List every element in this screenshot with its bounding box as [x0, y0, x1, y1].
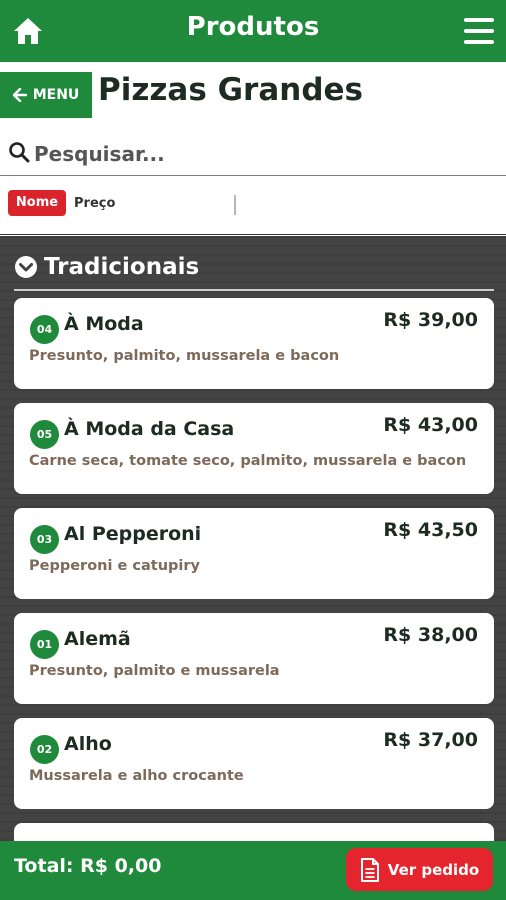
- product-description: Mussarela e alho crocante: [29, 768, 244, 784]
- search-input[interactable]: [34, 138, 474, 170]
- chevron-down-circle-icon: [15, 256, 37, 278]
- product-name: Alemã: [64, 628, 131, 650]
- sort-by-name-button[interactable]: Nome: [8, 190, 66, 216]
- hamburger-menu-icon[interactable]: [464, 18, 494, 44]
- product-price: R$ 43,00: [383, 414, 478, 436]
- product-code-badge: 02: [30, 735, 59, 764]
- view-order-label: Ver pedido: [387, 860, 480, 879]
- product-item[interactable]: 05 À Moda da Casa R$ 43,00 Carne seca, t…: [14, 403, 494, 494]
- product-item[interactable]: 02 Alho R$ 37,00 Mussarela e alho crocan…: [14, 718, 494, 809]
- product-price: R$ 37,00: [383, 729, 478, 751]
- search-icon: [9, 142, 30, 163]
- app-title: Produtos: [186, 12, 320, 42]
- product-code-badge: 01: [30, 630, 59, 659]
- back-button-label: MENU: [32, 87, 80, 103]
- arrow-left-icon: [12, 88, 27, 102]
- product-price: R$ 43,50: [383, 519, 478, 541]
- product-name: Alho: [64, 733, 112, 755]
- product-name: Al Pepperoni: [64, 523, 202, 545]
- product-item[interactable]: 01 Alemã R$ 38,00 Presunto, palmito e mu…: [14, 613, 494, 704]
- product-code-badge: 05: [30, 420, 59, 449]
- product-price: R$ 38,00: [383, 624, 478, 646]
- sort-divider: [234, 195, 236, 215]
- category-header[interactable]: Tradicionais: [14, 252, 199, 282]
- product-item-partial[interactable]: [14, 823, 494, 841]
- product-item[interactable]: 03 Al Pepperoni R$ 43,50 Pepperoni e cat…: [14, 508, 494, 599]
- product-description: Presunto, palmito, mussarela e bacon: [29, 348, 340, 364]
- document-icon: [360, 857, 379, 882]
- product-item[interactable]: 04 À Moda R$ 39,00 Presunto, palmito, mu…: [14, 298, 494, 389]
- product-code-badge: 03: [30, 525, 59, 554]
- product-name: À Moda: [64, 313, 144, 335]
- page-title: Pizzas Grandes: [98, 72, 363, 108]
- product-description: Pepperoni e catupiry: [29, 558, 200, 574]
- top-app-bar: Produtos: [0, 0, 506, 62]
- category-title: Tradicionais: [44, 254, 200, 280]
- back-to-menu-button[interactable]: MENU: [0, 72, 92, 118]
- search-bar: [0, 132, 506, 176]
- order-footer: Total: R$ 0,00 Ver pedido: [0, 841, 506, 900]
- product-code-badge: 04: [30, 315, 59, 344]
- order-total: Total: R$ 0,00: [14, 855, 162, 877]
- sort-by-price-button[interactable]: Preço: [74, 196, 115, 211]
- product-list[interactable]: Tradicionais 04 À Moda R$ 39,00 Presunto…: [0, 236, 506, 841]
- sort-bar: Nome Preço: [0, 177, 506, 235]
- product-description: Carne seca, tomate seco, palmito, mussar…: [29, 453, 467, 469]
- product-description: Presunto, palmito e mussarela: [29, 663, 280, 679]
- product-name: À Moda da Casa: [64, 418, 235, 440]
- product-price: R$ 39,00: [383, 309, 478, 331]
- category-divider: [14, 289, 494, 291]
- view-order-button[interactable]: Ver pedido: [346, 848, 493, 891]
